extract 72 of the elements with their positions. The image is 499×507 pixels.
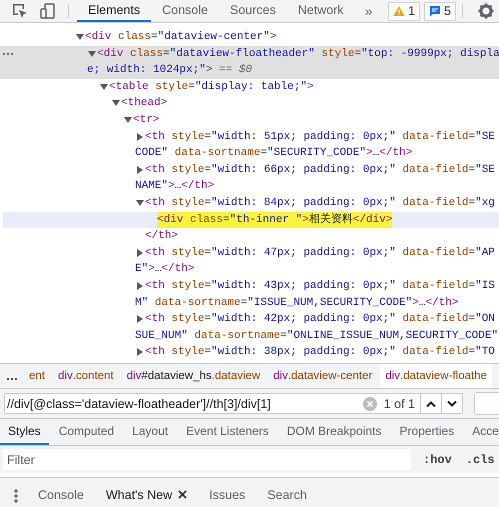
dom-code-line: NAME">…</th> [135,179,216,194]
drawer-tab[interactable]: What's New [96,478,198,507]
dom-code-line: <th style="width: 84px; padding: 0px;" data-field="xg [145,196,495,211]
warnings-badge[interactable]: 1 [388,2,420,20]
dom-code-line: e; width: 1024px;"> == $0 [87,63,254,78]
dom-code-line: SUE_NUM" data-sortname="ONLINE_ISSUE_NUM,SECURITY_CODE" [135,328,498,344]
collapsed-arrow-icon[interactable] [136,315,144,324]
message-icon [429,5,442,17]
panel-tab[interactable]: Network [286,0,355,22]
search-field[interactable]: //div[@class='dataview-floatheader']//th[3]/div[1] 1 of 1 [4,393,463,414]
warning-icon [393,5,406,17]
collapsed-arrow-icon[interactable] [136,248,144,257]
toggle-button[interactable]: :hov [421,452,454,466]
dom-code-line: <th style="width: 47px; padding: 0px;" data-field="AP [145,246,495,261]
dom-code-line: CODE" data-sortname="SECURITY_CODE">…</th> [135,146,414,162]
breadcrumb-item[interactable]: div.content [53,364,119,388]
dom-code-line: <tr> [133,112,160,128]
pane-tab[interactable]: Computed [50,419,122,445]
panel-tab[interactable]: Sources [218,0,287,22]
breadcrumb-item[interactable]: div.dataview-floathe [380,364,492,388]
panel-tab[interactable]: Console [151,0,219,22]
dom-code-line: <table style="display: table;"> [109,80,314,95]
close-icon[interactable] [178,490,188,499]
drawer-tab[interactable]: Console [28,478,94,507]
tab-label: Issues [209,488,246,502]
pane-tab[interactable]: Properties [392,419,462,445]
expanded-arrow-icon[interactable] [136,198,144,207]
dom-code-line: <div class="dataview-center"> [85,30,276,45]
collapsed-arrow-icon[interactable] [136,282,144,290]
dom-code-line: </th> [145,229,178,244]
tab-label: Console [38,488,84,502]
settings-icon[interactable] [478,3,494,19]
dom-code-line: <div class="dataview-floatheader" style="top: -9999px; displa [97,46,499,62]
breadcrumb-item[interactable]: div#dataview_hs.dataview [122,364,266,388]
more-tabs-button[interactable]: » [354,0,382,22]
messages-badge[interactable]: 5 [424,2,456,20]
tab-label: Search [267,488,307,502]
collapsed-arrow-icon[interactable] [136,132,144,141]
tab-label: What's New [106,488,172,502]
breadcrumb-item[interactable]: div.dataview-center [268,364,378,388]
dom-code-line: E">…</th> [135,262,196,278]
toggle-button[interactable]: .cls [464,452,497,466]
expanded-arrow-icon[interactable] [76,33,84,41]
pane-tab[interactable]: DOM Breakpoints [278,419,390,445]
collapsed-arrow-icon[interactable] [136,166,144,174]
dom-code-line: <th style="width: 42px; padding: 0px;" data-field="ON [145,312,496,328]
pane-tab[interactable]: Layout [124,419,176,445]
device-icon[interactable] [39,2,57,20]
panel-tab[interactable]: Elements [77,0,152,22]
pane-tab[interactable]: Acce [464,419,499,445]
dom-code-line: <th style="width: 38px; padding: 0px;" data-field="TO [145,345,495,360]
drawer-tab[interactable]: Search [257,478,317,507]
dom-code-line: <th style="width: 51px; padding: 0px;" data-field="SE [145,130,495,145]
ellipsis-icon [2,52,14,56]
more-menu-icon[interactable] [14,488,18,502]
breadcrumb-item[interactable]: ent [24,364,50,388]
filter-field[interactable]: Filter [3,449,411,470]
chevron-down-icon [447,400,457,408]
dom-code-line: M" data-sortname="ISSUE_NUM,SECURITY_CODE">…</th> [135,296,460,310]
collapsed-arrow-icon[interactable] [136,348,144,356]
match-count: 1 of 1 [384,396,415,410]
expanded-arrow-icon[interactable] [88,50,96,58]
dom-code-line: <thead> [121,96,168,112]
expanded-arrow-icon[interactable] [112,99,120,108]
chevron-up-icon [426,400,436,408]
pane-tab[interactable]: Event Listeners [178,419,277,445]
expanded-arrow-icon[interactable] [124,116,132,124]
dom-code-line: <th style="width: 66px; padding: 0px;" data-field="SE [145,162,495,178]
drawer-tab[interactable]: Issues [199,478,256,507]
inspect-icon[interactable] [11,2,29,20]
expanded-arrow-icon[interactable] [100,82,108,91]
dom-code-line: <th style="width: 43px; padding: 0px;" data-field="IS [145,278,495,294]
